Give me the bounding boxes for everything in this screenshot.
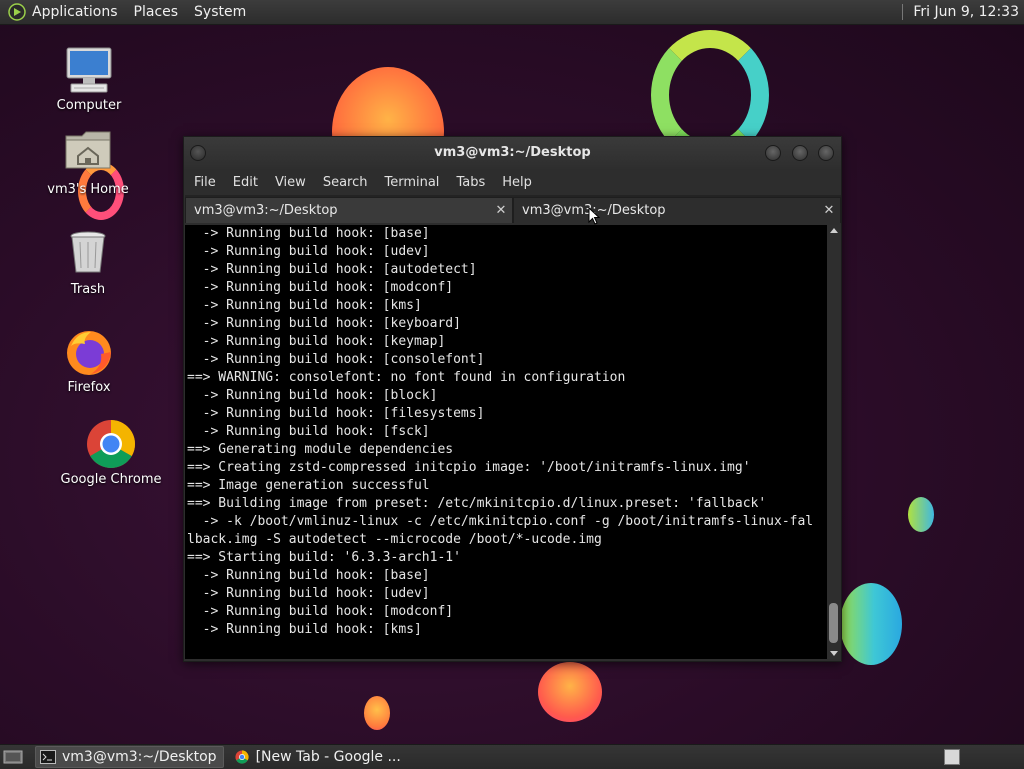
terminal-line: -> Running build hook: [fsck] [187,424,430,439]
terminal-line: -> Running build hook: [kms] [187,622,422,637]
terminal-line: -> Running build hook: [kms] [187,298,422,313]
wallpaper-orange-blob-tiny [364,696,390,730]
terminal-menubar: File Edit View Search Terminal Tabs Help [184,169,841,195]
desktop-icon-label: vm3's Home [47,182,129,197]
taskbar-item-chrome[interactable]: [New Tab - Google ... [230,747,407,767]
terminal-line: -> -k /boot/vmlinuz-linux -c /etc/mkinit… [187,514,814,529]
mouse-cursor-icon [588,207,600,225]
window-menu-button[interactable] [190,145,206,161]
tab-2[interactable]: vm3@vm3:~/Desktop ✕ [513,197,841,223]
tab-bar: vm3@vm3:~/Desktop ✕ vm3@vm3:~/Desktop ✕ [185,195,841,223]
chrome-icon [85,418,137,470]
taskbar-item-label: [New Tab - Google ... [255,749,401,765]
menu-view[interactable]: View [269,175,312,190]
terminal-scrollbar[interactable] [827,225,840,659]
terminal-line: -> Running build hook: [keymap] [187,334,446,349]
clock[interactable]: Fri Jun 9, 12:33 [913,4,1019,20]
terminal-line: ==> Image generation successful [187,478,430,493]
tab-close-icon[interactable]: ✕ [822,198,836,224]
trash-icon [62,228,114,280]
terminal-window[interactable]: vm3@vm3:~/Desktop File Edit View Search … [183,136,842,662]
terminal-line: ==> WARNING: consolefont: no font found … [187,370,626,385]
desktop-icon-label: Trash [70,282,106,297]
close-button[interactable] [818,145,834,161]
tab-close-icon[interactable]: ✕ [494,198,508,224]
desktop-icon-computer[interactable]: Computer [34,44,144,113]
scroll-up-icon[interactable] [830,228,838,233]
terminal-line: -> Running build hook: [filesystems] [187,406,485,421]
terminal-line: -> Running build hook: [base] [187,226,430,241]
places-menu[interactable]: Places [134,4,179,20]
applications-menu[interactable]: Applications [32,4,118,20]
terminal-line: -> Running build hook: [modconf] [187,280,454,295]
taskbar-item-terminal[interactable]: vm3@vm3:~/Desktop [35,746,224,768]
desktop-icon-label: Firefox [67,380,111,395]
menu-tabs[interactable]: Tabs [450,175,491,190]
wallpaper-orange-blob-bottom [538,662,602,722]
terminal-line: -> Running build hook: [block] [187,388,438,403]
home-folder-icon [62,128,114,180]
show-desktop-icon[interactable] [3,749,23,765]
terminal-line: -> Running build hook: [keyboard] [187,316,461,331]
panel-separator [902,4,904,20]
desktop-icon-firefox[interactable]: Firefox [34,326,144,395]
terminal-line: ==> Creating zstd-compressed initcpio im… [187,460,751,475]
scroll-down-icon[interactable] [830,651,838,656]
top-panel: Applications Places System Fri Jun 9, 12… [0,0,1024,25]
desktop-icon-home[interactable]: vm3's Home [33,128,143,197]
terminal-output[interactable]: -> Running build hook: [base] -> Running… [185,225,827,659]
terminal-line: -> Running build hook: [base] [187,568,430,583]
taskbar-item-label: vm3@vm3:~/Desktop [62,749,217,765]
terminal-line: -> Running build hook: [consolefont] [187,352,485,367]
menu-help[interactable]: Help [496,175,538,190]
terminal-line: ==> Generating module dependencies [187,442,454,457]
terminal-line: ==> Starting build: '6.3.3-arch1-1' [187,550,461,565]
desktop-icon-label: Google Chrome [60,472,162,487]
bottom-panel: vm3@vm3:~/Desktop [New Tab - Google ... [0,744,1024,769]
scrollbar-thumb[interactable] [829,603,838,643]
minimize-button[interactable] [765,145,781,161]
window-titlebar[interactable]: vm3@vm3:~/Desktop [184,137,841,169]
tab-label: vm3@vm3:~/Desktop [194,203,338,218]
applications-menu-icon[interactable] [8,3,26,21]
firefox-icon [63,326,115,378]
terminal-line: -> Running build hook: [modconf] [187,604,454,619]
maximize-button[interactable] [792,145,808,161]
system-menu[interactable]: System [194,4,246,20]
menu-edit[interactable]: Edit [227,175,264,190]
terminal-line: lback.img -S autodetect --microcode /boo… [187,532,602,547]
terminal-line: -> Running build hook: [udev] [187,586,430,601]
workspace-switcher[interactable] [944,749,960,765]
terminal-line: -> Running build hook: [autodetect] [187,262,477,277]
computer-icon [63,44,115,96]
tab-1[interactable]: vm3@vm3:~/Desktop ✕ [185,197,513,223]
desktop-icon-trash[interactable]: Trash [33,228,143,297]
window-title: vm3@vm3:~/Desktop [434,145,591,160]
terminal-line: -> Running build hook: [udev] [187,244,430,259]
desktop-icon-chrome[interactable]: Google Chrome [56,418,166,487]
wallpaper-cyan-blob-large [840,583,902,665]
chrome-icon [235,750,249,764]
menu-search[interactable]: Search [317,175,374,190]
menu-file[interactable]: File [188,175,222,190]
wallpaper-cyan-blob-small [908,497,934,532]
terminal-icon [40,750,56,764]
menu-terminal[interactable]: Terminal [378,175,445,190]
terminal-line: ==> Building image from preset: /etc/mki… [187,496,767,511]
desktop-icon-label: Computer [56,98,122,113]
